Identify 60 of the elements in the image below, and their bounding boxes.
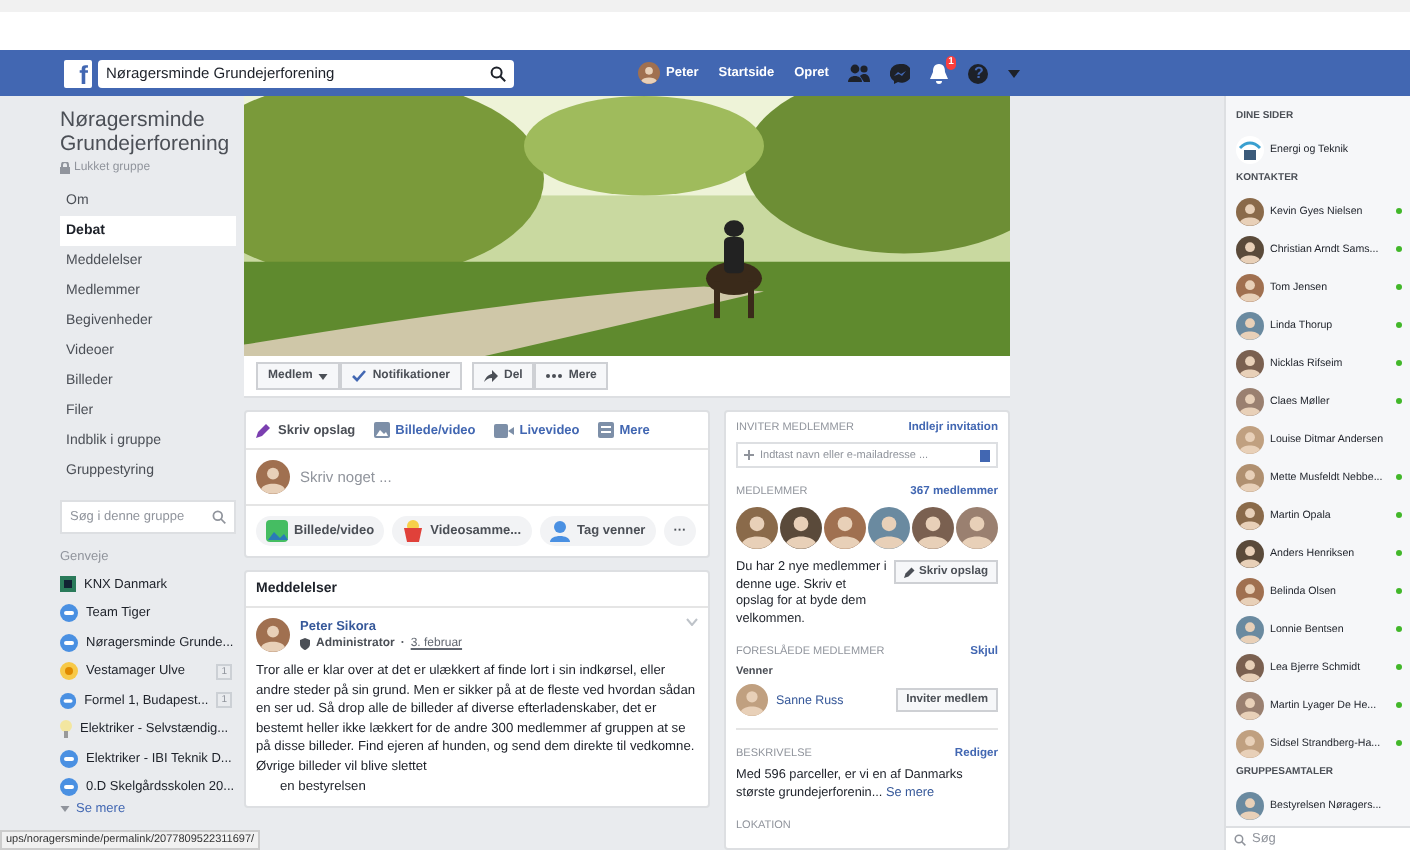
photo-icon [373, 422, 390, 438]
group-icon [60, 604, 78, 623]
avatar [1236, 577, 1264, 605]
avatar [1236, 653, 1264, 681]
avatar [1236, 463, 1264, 491]
avatar [1236, 387, 1264, 415]
tag-friends-icon [549, 520, 572, 542]
avatar [1236, 235, 1264, 263]
search-icon [1234, 833, 1246, 845]
video-camera-icon [493, 423, 514, 437]
avatar [736, 506, 778, 550]
pencil-icon [903, 566, 916, 578]
bulb-icon [60, 720, 72, 739]
group-icon [60, 778, 78, 797]
avatar [638, 62, 660, 84]
caret-icon [318, 373, 329, 380]
avatar [780, 506, 822, 550]
page-logo-icon [1236, 135, 1264, 163]
messenger-icon[interactable] [890, 63, 911, 83]
more-icon [546, 374, 563, 379]
avatar [1236, 197, 1264, 225]
avatar [1236, 691, 1264, 719]
group-icon [60, 691, 77, 710]
pencil-icon [256, 422, 272, 438]
star-icon [60, 662, 78, 681]
avatar [256, 460, 290, 494]
check-icon [352, 370, 367, 383]
share-icon [484, 370, 499, 383]
popcorn-icon [402, 520, 425, 542]
caret-icon[interactable] [1008, 69, 1021, 77]
group-icon [60, 749, 78, 768]
avatar [1236, 273, 1264, 301]
avatar [1236, 349, 1264, 377]
group-name: Nøragersminde Grundejerforening [60, 108, 232, 156]
avatar [1236, 501, 1264, 529]
caret-icon [60, 806, 70, 812]
avatar [1236, 425, 1264, 453]
bell-icon[interactable] [930, 63, 949, 83]
avatar [736, 684, 768, 716]
facebook-logo[interactable]: f [64, 59, 92, 87]
chevron-icon[interactable] [686, 618, 698, 626]
friends-icon[interactable] [848, 64, 871, 82]
avatar [1236, 311, 1264, 339]
photo-icon [266, 520, 288, 542]
plus-icon [744, 450, 754, 460]
avatar [956, 506, 998, 550]
page-icon [60, 576, 76, 593]
avatar [256, 618, 290, 652]
avatar [1236, 791, 1264, 819]
avatar [824, 506, 866, 550]
avatar [1236, 539, 1264, 567]
avatar [1236, 615, 1264, 643]
avatar [912, 506, 954, 550]
avatar [1236, 729, 1264, 757]
group-icon [60, 633, 78, 652]
search-icon[interactable] [490, 65, 506, 81]
avatar [868, 506, 910, 550]
lock-icon [60, 162, 70, 174]
shield-icon [300, 638, 310, 650]
grid-icon [597, 422, 614, 438]
